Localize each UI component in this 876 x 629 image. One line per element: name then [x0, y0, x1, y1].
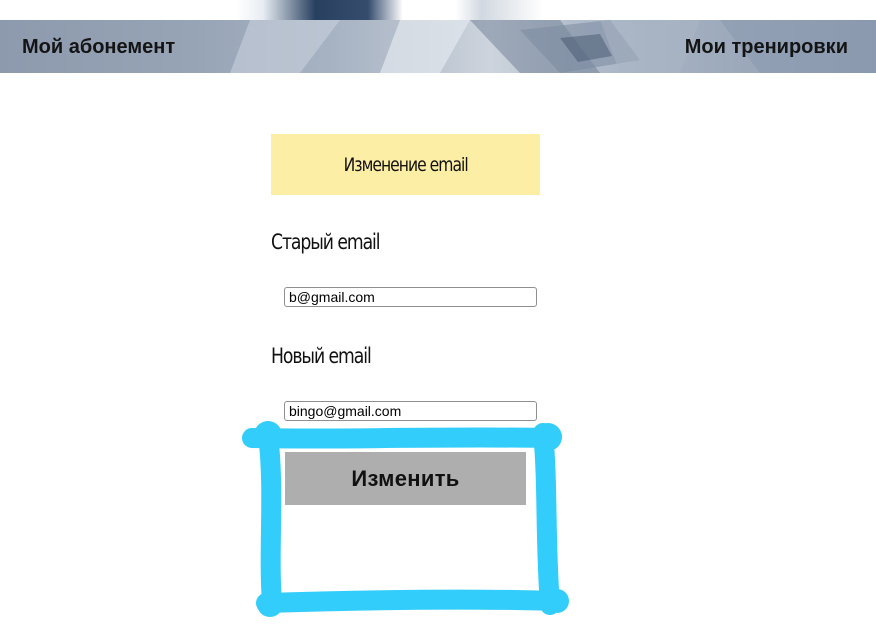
- form-title: Изменение email: [343, 153, 468, 176]
- new-email-field[interactable]: [284, 401, 537, 421]
- old-email-label: Старый email: [271, 230, 381, 254]
- change-email-button[interactable]: Изменить: [285, 452, 526, 505]
- header-top-photo-strip: [0, 0, 876, 20]
- hand-drawn-highlight-box: [242, 421, 569, 617]
- nav-link-my-workouts[interactable]: Мои тренировки: [685, 35, 848, 59]
- nav-link-my-subscription[interactable]: Мой абонемент: [22, 35, 175, 59]
- old-email-field[interactable]: [284, 287, 537, 307]
- form-title-banner: Изменение email: [271, 134, 540, 195]
- new-email-label: Новый email: [271, 344, 372, 368]
